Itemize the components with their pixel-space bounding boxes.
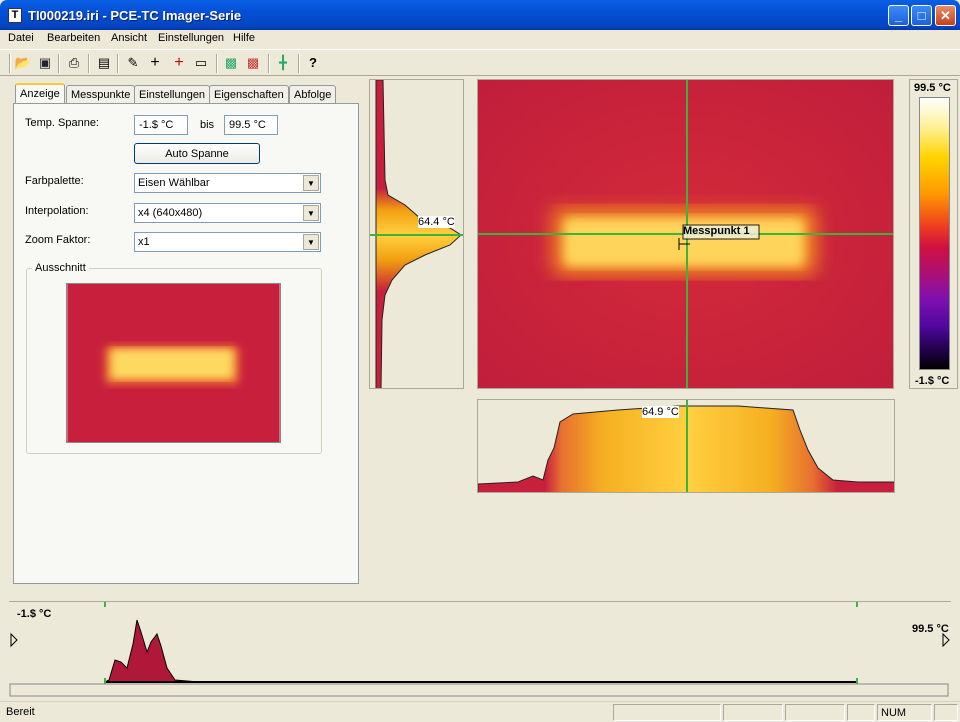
vertical-profile-panel: 64.4 °C xyxy=(369,79,464,389)
toolbar-separator xyxy=(88,54,90,73)
menu-ansicht[interactable]: Ansicht xyxy=(111,32,147,44)
tab-messpunkte[interactable]: Messpunkte xyxy=(66,85,136,104)
horizontal-profile-chart xyxy=(478,400,894,492)
zoom-label: Zoom Faktor: xyxy=(25,234,91,246)
menu-bar: Datei Bearbeiten Ansicht Einstellungen H… xyxy=(0,30,960,48)
toolbar: 📂 ▣ ⎙ ▤ ✎ + + ▭ ▩ ▩ ╋ ? xyxy=(0,49,960,76)
menu-bearbeiten[interactable]: Bearbeiten xyxy=(47,32,100,44)
save-icon[interactable]: ▣ xyxy=(36,54,54,72)
interpolation-label: Interpolation: xyxy=(25,205,89,217)
crop-group-label: Ausschnitt xyxy=(32,262,89,274)
palette-label: Farbpalette: xyxy=(25,175,84,187)
histogram-chart xyxy=(9,602,950,697)
status-pane xyxy=(613,704,721,721)
minimize-button[interactable]: _ xyxy=(888,5,909,26)
interpolation-select[interactable]: x4 (640x480) ▼ xyxy=(134,203,321,223)
scale-min-label: -1.$ °C xyxy=(915,375,950,387)
status-bar: Bereit NUM xyxy=(0,701,960,722)
temp-max-field[interactable]: 99.5 °C xyxy=(224,115,278,135)
thumbnail-hot-region xyxy=(110,349,234,379)
status-pane xyxy=(785,704,845,721)
histogram-scrollbar[interactable] xyxy=(9,683,949,697)
horizontal-profile-panel: 64.9 °C xyxy=(477,399,895,493)
crosshair-icon[interactable]: + xyxy=(146,54,164,72)
window-title: TI000219.iri - PCE-TC Imager-Serie xyxy=(28,8,242,23)
chevron-down-icon[interactable]: ▼ xyxy=(303,205,319,221)
bar-chart-icon[interactable]: ▩ xyxy=(222,54,240,72)
num-lock-indicator: NUM xyxy=(877,704,932,721)
toolbar-separator xyxy=(268,54,270,73)
toolbar-separator xyxy=(9,54,11,73)
histogram-panel: -1.$ °C 99.5 °C xyxy=(9,601,951,699)
tab-einstellungen[interactable]: Einstellungen xyxy=(134,85,211,104)
print-icon[interactable]: ⎙ xyxy=(65,54,83,72)
chevron-down-icon[interactable]: ▼ xyxy=(303,234,319,250)
chevron-down-icon[interactable]: ▼ xyxy=(303,175,319,191)
title-bar[interactable]: T TI000219.iri - PCE-TC Imager-Serie _ □… xyxy=(0,0,960,30)
status-pane xyxy=(934,704,958,721)
status-pane xyxy=(723,704,783,721)
temp-span-label: Temp. Spanne: xyxy=(25,117,99,129)
thermal-image[interactable]: Messpunkt 1 xyxy=(477,79,894,389)
menu-einstellungen[interactable]: Einstellungen xyxy=(158,32,224,44)
toolbar-separator xyxy=(216,54,218,73)
status-pane xyxy=(847,704,875,721)
bis-label: bis xyxy=(200,119,215,131)
histogram-max-label: 99.5 °C xyxy=(912,623,949,635)
report-icon[interactable]: ✎ xyxy=(124,54,142,72)
color-scale-bar xyxy=(919,97,950,370)
help-icon[interactable]: ? xyxy=(304,54,322,72)
histogram-icon[interactable]: ▩ xyxy=(244,54,262,72)
close-button[interactable]: ✕ xyxy=(935,5,956,26)
menu-datei[interactable]: Datei xyxy=(8,32,34,44)
palette-value: Eisen Wählbar xyxy=(138,177,210,189)
auto-span-button[interactable]: Auto Spanne xyxy=(134,143,260,164)
rectangle-icon[interactable]: ▭ xyxy=(192,54,210,72)
histogram-left-arrow-icon[interactable] xyxy=(10,632,18,648)
measure-point-label[interactable]: Messpunkt 1 xyxy=(683,225,750,237)
open-folder-icon[interactable]: 📂 xyxy=(14,54,32,72)
palette-select[interactable]: Eisen Wählbar ▼ xyxy=(134,173,321,193)
zoom-select[interactable]: x1 ▼ xyxy=(134,232,321,252)
histogram-right-arrow-icon[interactable] xyxy=(942,632,950,648)
status-text: Bereit xyxy=(6,706,35,718)
toolbar-separator xyxy=(117,54,119,73)
tab-abfolge[interactable]: Abfolge xyxy=(289,85,337,104)
scale-max-label: 99.5 °C xyxy=(914,82,951,94)
menu-hilfe[interactable]: Hilfe xyxy=(233,32,255,44)
tab-anzeige[interactable]: Anzeige xyxy=(15,83,65,104)
tab-eigenschaften[interactable]: Eigenschaften xyxy=(209,85,289,104)
interpolation-value: x4 (640x480) xyxy=(138,207,203,219)
horizontal-profile-value: 64.9 °C xyxy=(642,406,679,418)
toolbar-separator xyxy=(58,54,60,73)
properties-icon[interactable]: ▤ xyxy=(95,54,113,72)
histogram-min-label: -1.$ °C xyxy=(17,608,52,620)
zoom-value: x1 xyxy=(138,236,150,248)
profile-icon[interactable]: ╋ xyxy=(274,54,292,72)
toolbar-separator xyxy=(298,54,300,73)
maximize-button[interactable]: □ xyxy=(911,5,932,26)
app-icon: T xyxy=(8,8,22,23)
vertical-profile-value: 64.4 °C xyxy=(418,216,455,228)
histogram-distribution xyxy=(104,619,200,683)
temp-min-field[interactable]: -1.$ °C xyxy=(134,115,188,135)
thumbnail-preview[interactable] xyxy=(66,283,281,443)
add-point-icon[interactable]: + xyxy=(170,54,188,72)
vertical-profile-chart xyxy=(370,80,463,388)
